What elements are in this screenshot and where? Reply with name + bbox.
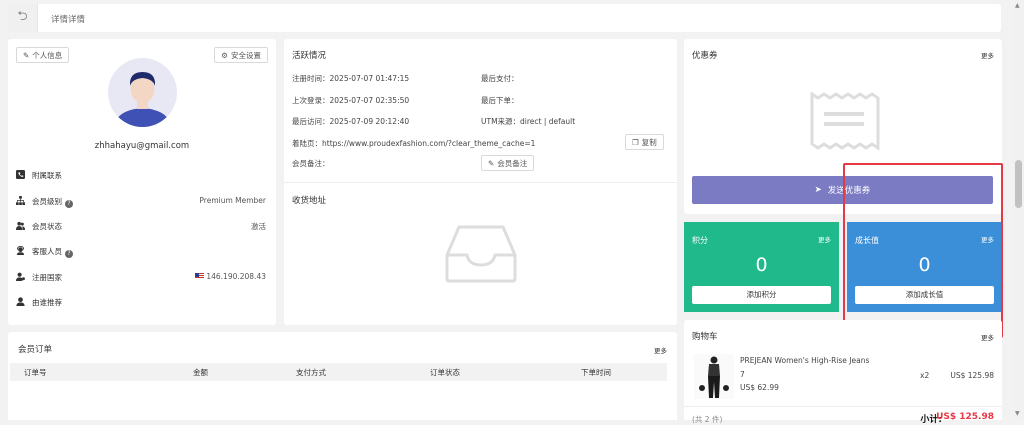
activity-card: 活跃情况 注册时间：2025-07-07 01:47:15 最后支付： 上次登录… — [284, 39, 677, 325]
top-bar: ⮌ 详情详情 — [8, 4, 1001, 32]
copy-icon: ❐ — [632, 137, 639, 147]
utm-source: UTM来源：direct | default — [481, 117, 576, 126]
member-note-button[interactable]: ✎ 会员备注 — [481, 155, 535, 171]
cart-item-name[interactable]: PREJEAN Women's High-Rise Jeans — [740, 356, 869, 365]
cart-item-qty: x2 — [920, 371, 930, 380]
back-button[interactable]: ⮌ — [8, 4, 38, 32]
activity-title: 活跃情况 — [292, 51, 327, 61]
edit-icon: ✎ — [23, 50, 30, 60]
user-location-icon — [16, 272, 25, 281]
cart-more-link[interactable]: 更多 — [981, 332, 994, 342]
empty-inbox-icon — [445, 225, 517, 283]
security-settings-button[interactable]: ⚙ 安全设置 — [214, 47, 268, 63]
jeans-product-icon — [699, 356, 729, 398]
scrollbar-track[interactable]: ▲ ▼ — [1013, 0, 1024, 420]
member-note-label: 会员备注： — [292, 159, 330, 168]
points-value: 0 — [755, 254, 768, 276]
cart-item-total: US$ 125.98 — [950, 371, 994, 380]
highlight-box — [843, 163, 1003, 338]
last-visit: 最后访问：2025-07-09 20:12:40 — [292, 117, 410, 126]
column-order-no[interactable]: 订单号 — [24, 367, 47, 378]
user-icon — [16, 297, 25, 306]
row-country-label: 注册国家 — [32, 273, 62, 282]
undo-arrow-icon: ⮌ — [17, 9, 28, 24]
address-title: 收货地址 — [292, 196, 327, 206]
edit-icon: ✎ — [488, 158, 495, 168]
last-login: 上次登录：2025-07-07 02:35:50 — [292, 96, 410, 105]
landing-page: 着陆页：https://www.proudexfashion.com/?clea… — [292, 139, 536, 148]
support-agent-icon — [16, 246, 25, 255]
last-order: 最后下单： — [481, 96, 519, 105]
cart-divider — [684, 406, 1002, 407]
profile-card: ✎ 个人信息 ⚙ 安全设置 zhhahayu@gmail.com 附属联系 会员… — [8, 39, 276, 325]
orders-table-header: 订单号 金额 支付方式 订单状态 下单时间 — [10, 363, 667, 381]
copy-button[interactable]: ❐ 复制 — [625, 134, 664, 150]
points-more-link[interactable]: 更多 — [818, 234, 831, 244]
points-card: 积分 更多 0 添加积分 — [684, 222, 839, 312]
last-payment: 最后支付： — [481, 74, 519, 83]
points-title: 积分 — [692, 236, 708, 245]
gear-icon: ⚙ — [221, 50, 228, 60]
cart-subtotal-value: US$ 125.98 — [936, 412, 994, 422]
avatar — [108, 58, 177, 127]
column-order-time[interactable]: 下单时间 — [581, 367, 611, 378]
org-chart-icon — [16, 196, 25, 205]
column-order-status[interactable]: 订单状态 — [430, 367, 460, 378]
row-contact-label: 附属联系 — [32, 171, 62, 180]
cart-title: 购物车 — [692, 332, 718, 342]
row-country-value: 146.190.208.43 — [194, 272, 266, 281]
scroll-up-arrow-icon[interactable]: ▲ — [1015, 2, 1020, 9]
profile-email: zhhahayu@gmail.com — [94, 141, 190, 151]
help-icon[interactable]: ? — [65, 200, 73, 208]
row-status-label: 会员状态 — [32, 222, 62, 231]
users-icon — [16, 221, 25, 230]
row-status-value: 激活 — [251, 222, 266, 231]
row-level-value: Premium Member — [199, 196, 266, 205]
send-icon: ➤ — [814, 185, 822, 195]
empty-ticket-icon — [810, 92, 880, 151]
help-icon[interactable]: ? — [65, 250, 73, 258]
user-avatar-icon — [114, 72, 171, 127]
scroll-down-arrow-icon[interactable]: ▼ — [1015, 410, 1020, 417]
row-referrer-label: 由谁推荐 — [32, 298, 62, 307]
divider — [284, 182, 677, 183]
row-level-label: 会员级别? — [32, 196, 73, 208]
column-payment-method[interactable]: 支付方式 — [296, 367, 326, 378]
row-agent-label: 客服人员? — [32, 246, 73, 258]
column-amount[interactable]: 金额 — [193, 367, 208, 378]
cart-item-price: US$ 62.99 — [740, 383, 779, 392]
cart-item-variant: 7 — [740, 370, 745, 379]
coupons-title: 优惠券 — [692, 51, 718, 61]
scrollbar-thumb[interactable] — [1015, 160, 1022, 208]
phone-icon — [16, 170, 25, 179]
orders-more-link[interactable]: 更多 — [654, 345, 667, 355]
orders-title: 会员订单 — [18, 345, 53, 355]
add-points-button[interactable]: 添加积分 — [692, 286, 831, 304]
register-time: 注册时间：2025-07-07 01:47:15 — [292, 74, 410, 83]
page-title: 详情详情 — [51, 15, 86, 25]
personal-info-button[interactable]: ✎ 个人信息 — [16, 47, 70, 63]
product-image — [694, 354, 734, 399]
cart-card: 购物车 更多 PREJEAN Women's High-Rise Jeans 7… — [684, 320, 1002, 425]
coupons-more-link[interactable]: 更多 — [981, 50, 994, 60]
us-flag-icon — [194, 273, 204, 279]
